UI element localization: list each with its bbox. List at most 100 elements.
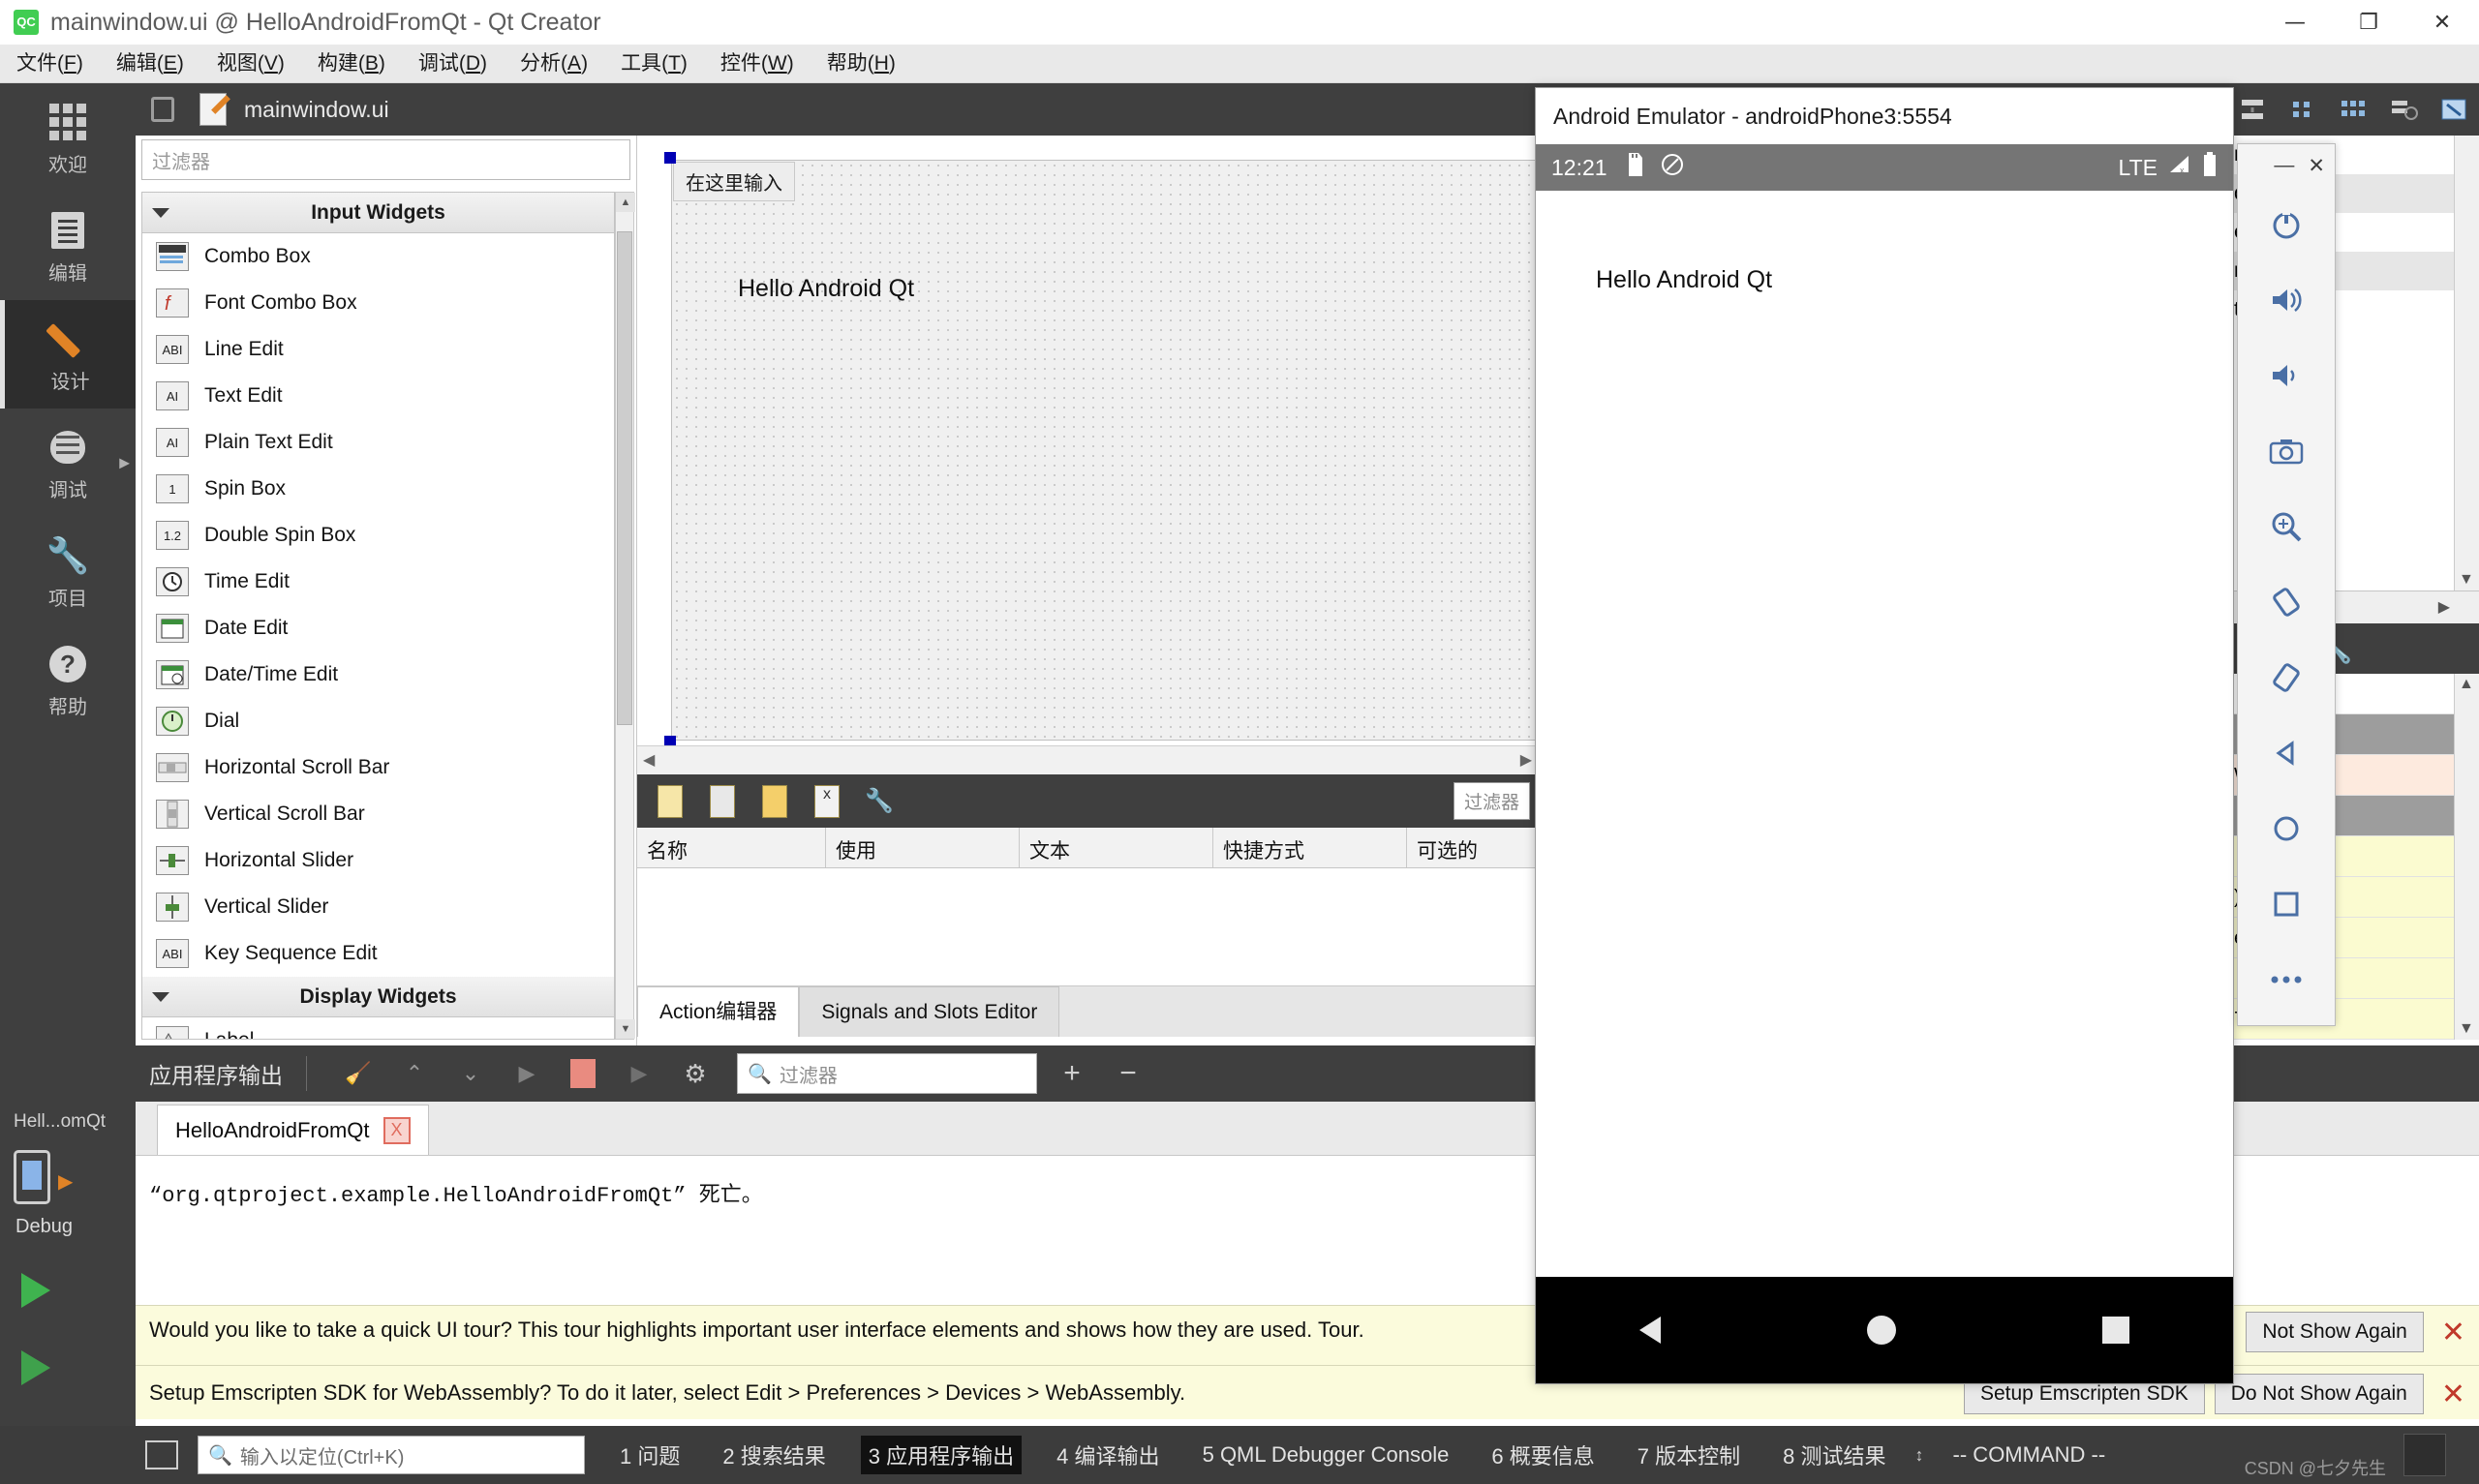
scroll-left-icon[interactable]: ◀ [643, 750, 655, 770]
sidebar-item-help[interactable]: ? 帮助 [0, 625, 136, 734]
debug-button[interactable] [0, 1329, 136, 1407]
scroll-down-icon[interactable]: ▼ [616, 1019, 635, 1039]
menu-file[interactable]: 文件(F) [0, 45, 100, 83]
property-editor-scrollbar[interactable]: ▲ ▼ [2454, 674, 2479, 1040]
rotate-left-button[interactable] [2238, 564, 2335, 640]
widget-item-vertical-slider[interactable]: Vertical Slider [142, 884, 614, 930]
menu-analyze[interactable]: 分析(A) [504, 45, 604, 83]
action-filter-input[interactable]: 过滤器 [1454, 782, 1530, 820]
status-pane-2[interactable]: 2 搜索结果 [715, 1436, 833, 1474]
widget-item-spin-box[interactable]: 1Spin Box [142, 466, 614, 512]
column-name[interactable]: 名称 [637, 828, 826, 867]
menu-debug[interactable]: 调试(D) [402, 45, 504, 83]
locator-input[interactable]: 🔍 输入以定位(Ctrl+K) [198, 1436, 585, 1474]
widget-item-horizontal-scroll-bar[interactable]: Horizontal Scroll Bar [142, 744, 614, 791]
adjust-size-icon[interactable] [2432, 87, 2476, 132]
menubar-placeholder[interactable]: 在这里输入 [673, 162, 795, 201]
sidebar-item-design[interactable]: 设计 [0, 300, 136, 409]
emulator-overview-button[interactable] [2238, 866, 2335, 942]
menu-widgets[interactable]: 控件(W) [704, 45, 811, 83]
toggle-sidebar-icon[interactable] [145, 1440, 178, 1469]
run-button[interactable] [0, 1252, 136, 1329]
column-shortcut[interactable]: 快捷方式 [1213, 828, 1407, 867]
layout-grid-icon[interactable] [2331, 87, 2375, 132]
power-button[interactable] [2238, 187, 2335, 262]
do-not-show-again-button[interactable]: Do Not Show Again [2215, 1374, 2424, 1414]
tab-signals-slots-editor[interactable]: Signals and Slots Editor [799, 986, 1059, 1037]
volume-down-button[interactable] [2238, 338, 2335, 413]
zoom-out-icon[interactable]: − [1107, 1052, 1149, 1095]
status-pane-3[interactable]: 3 应用程序输出 [861, 1436, 1022, 1474]
widget-item-line-edit[interactable]: ABILine Edit [142, 326, 614, 373]
form-horizontal-scrollbar[interactable]: ◀ ▶ [637, 745, 1538, 774]
status-pane-6[interactable]: 6 概要信息 [1484, 1436, 1602, 1474]
widget-item-text-edit[interactable]: AIText Edit [142, 373, 614, 419]
menu-view[interactable]: 视图(V) [200, 45, 301, 83]
not-show-again-button[interactable]: Not Show Again [2246, 1312, 2423, 1352]
widget-box-scrollbar[interactable]: ▲ ▼ [615, 192, 634, 1040]
android-emulator-window[interactable]: Android Emulator - androidPhone3:5554 12… [1535, 87, 2234, 1384]
status-pane-5[interactable]: 5 QML Debugger Console [1195, 1439, 1457, 1471]
widget-item-horizontal-slider[interactable]: Horizontal Slider [142, 837, 614, 884]
close-icon[interactable]: ✕ [2441, 1378, 2465, 1411]
output-size-updown-icon[interactable]: ↕ [1915, 1445, 1924, 1466]
volume-up-button[interactable] [2238, 262, 2335, 338]
scroll-down-icon[interactable]: ▼ [2459, 1020, 2474, 1038]
widget-item-plain-text-edit[interactable]: AIPlain Text Edit [142, 419, 614, 466]
status-pane-8[interactable]: 8 测试结果 [1775, 1436, 1893, 1474]
scroll-up-icon[interactable]: ▲ [616, 193, 635, 212]
attach-debugger-icon[interactable]: ▶ [618, 1052, 660, 1095]
widget-item-dial[interactable]: Dial [142, 698, 614, 744]
zoom-button[interactable] [2238, 489, 2335, 564]
status-pane-1[interactable]: 1 问题 [612, 1436, 688, 1474]
widget-group-display[interactable]: Display Widgets [142, 977, 614, 1017]
status-pane-4[interactable]: 4 编译输出 [1049, 1436, 1167, 1474]
form-canvas[interactable]: 在这里输入 Hello Android Qt [671, 160, 1557, 741]
output-tab-app[interactable]: HelloAndroidFromQt X [157, 1105, 429, 1155]
widget-item-time-edit[interactable]: Time Edit [142, 559, 614, 605]
prev-item-icon[interactable]: ⌃ [393, 1052, 436, 1095]
action-table-body[interactable] [637, 868, 1538, 986]
paste-action-icon[interactable] [753, 780, 796, 823]
menu-tools[interactable]: 工具(T) [604, 45, 704, 83]
recents-button[interactable] [2102, 1317, 2129, 1344]
emulator-home-button[interactable] [2238, 791, 2335, 866]
resize-handle-topleft[interactable] [664, 152, 676, 164]
widget-item-date-time-edit[interactable]: Date/Time Edit [142, 651, 614, 698]
kit-selector[interactable]: Hell...omQt [0, 1102, 136, 1142]
emulator-back-button[interactable] [2238, 715, 2335, 791]
new-action-icon[interactable] [649, 780, 691, 823]
break-layout-icon[interactable] [2381, 87, 2426, 132]
minimize-button[interactable]: — [2274, 154, 2294, 177]
widget-group-input[interactable]: Input Widgets [142, 193, 614, 233]
widget-item-key-sequence-edit[interactable]: ABIKey Sequence Edit [142, 930, 614, 977]
target-selector[interactable]: ▶ [0, 1142, 136, 1216]
scroll-down-icon[interactable]: ▼ [2459, 571, 2474, 589]
progress-indicator[interactable] [2403, 1434, 2446, 1476]
widget-item-date-edit[interactable]: Date Edit [142, 605, 614, 651]
zoom-in-icon[interactable]: + [1051, 1052, 1093, 1095]
scroll-thumb[interactable] [617, 231, 632, 725]
scroll-up-icon[interactable]: ▲ [2459, 676, 2474, 693]
widget-item-vertical-scroll-bar[interactable]: Vertical Scroll Bar [142, 791, 614, 837]
object-inspector-scrollbar[interactable]: ▼ [2454, 136, 2479, 591]
home-button[interactable] [1867, 1316, 1896, 1345]
column-text[interactable]: 文本 [1020, 828, 1213, 867]
widget-item-combo-box[interactable]: Combo Box [142, 233, 614, 280]
emulator-screen[interactable]: Hello Android Qt [1536, 191, 2233, 1277]
layout-form-icon[interactable] [2280, 87, 2325, 132]
maximize-button[interactable]: ❐ [2332, 0, 2405, 45]
column-checkable[interactable]: 可选的 [1407, 828, 1538, 867]
column-used[interactable]: 使用 [826, 828, 1020, 867]
close-button[interactable]: ✕ [2405, 0, 2479, 45]
sidebar-item-projects[interactable]: 🔧 项目 [0, 517, 136, 625]
configure-action-icon[interactable]: 🔧 [858, 780, 901, 823]
close-icon[interactable]: ✕ [2441, 1316, 2465, 1349]
minimize-button[interactable]: — [2258, 0, 2332, 45]
next-item-icon[interactable]: ⌄ [449, 1052, 492, 1095]
gear-icon[interactable]: ⚙ [674, 1052, 717, 1095]
layout-splitter-v-icon[interactable] [2230, 87, 2275, 132]
menu-build[interactable]: 构建(B) [301, 45, 402, 83]
menu-edit[interactable]: 编辑(E) [100, 45, 200, 83]
sidebar-item-edit[interactable]: 编辑 [0, 192, 136, 300]
